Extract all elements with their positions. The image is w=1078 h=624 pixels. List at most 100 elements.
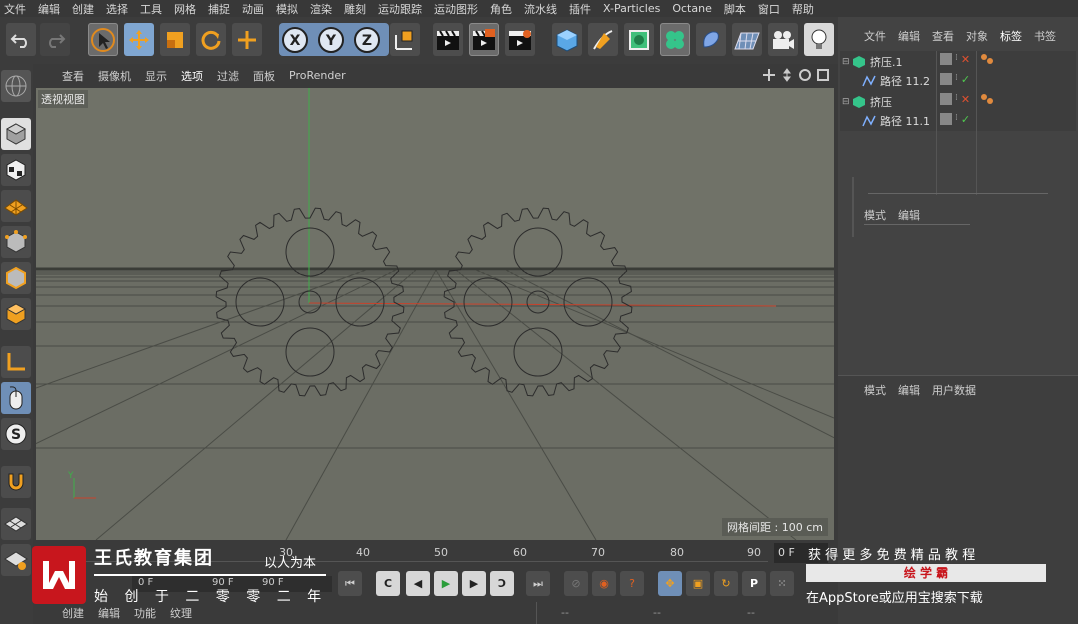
render-view-button[interactable] <box>433 23 463 56</box>
phong-tag-icon[interactable] <box>980 53 996 67</box>
viewport-menu-options[interactable]: 选项 <box>181 68 203 84</box>
menu-plugins[interactable]: 插件 <box>569 1 591 17</box>
layer-tab-edit[interactable]: 编辑 <box>898 207 920 223</box>
key-rotation-button[interactable]: ↻ <box>714 571 738 596</box>
menu-render[interactable]: 渲染 <box>310 1 332 17</box>
coord-field-2[interactable]: -- <box>653 606 661 619</box>
viewport-menu-display[interactable]: 显示 <box>145 68 167 84</box>
y-axis-button[interactable]: Y <box>316 23 346 56</box>
visibility-toggles-4[interactable]: ⁞ ✓ <box>940 113 970 126</box>
attr-tab-user-data[interactable]: 用户数据 <box>932 382 976 398</box>
object-row-extrude[interactable]: ⊟ 挤压 <box>842 92 892 111</box>
menu-select[interactable]: 选择 <box>106 1 128 17</box>
orbit-icon[interactable] <box>798 68 812 82</box>
subdivision-surface-button[interactable] <box>624 23 654 56</box>
om-tab-edit[interactable]: 编辑 <box>898 28 920 44</box>
key-parameter-button[interactable]: P <box>742 571 766 596</box>
menu-simulate[interactable]: 模拟 <box>276 1 298 17</box>
visibility-toggles-2[interactable]: ⁞ ✓ <box>940 73 970 86</box>
record-keys-button[interactable]: ⊘ <box>564 571 588 596</box>
pen-spline-button[interactable] <box>588 23 618 56</box>
undo-button[interactable] <box>6 23 36 56</box>
scale-tool-button[interactable] <box>160 23 190 56</box>
disabled-x-icon[interactable]: ✕ <box>961 93 970 106</box>
edges-mode-button[interactable] <box>1 262 31 294</box>
om-tab-view[interactable]: 查看 <box>932 28 954 44</box>
key-pla-button[interactable]: ⁙ <box>770 571 794 596</box>
live-select-button[interactable] <box>232 23 262 56</box>
viewport-menu-prorender[interactable]: ProRender <box>289 69 346 82</box>
texture-mode-button[interactable] <box>1 154 31 186</box>
keyframe-selection-button[interactable]: ? <box>620 571 644 596</box>
menu-help[interactable]: 帮助 <box>792 1 814 17</box>
tree-collapse-icon[interactable]: ⊟ <box>842 57 852 67</box>
deformer-button[interactable] <box>696 23 726 56</box>
workplane-lock-button[interactable] <box>1 544 31 576</box>
viewport-menu-filter[interactable]: 过滤 <box>217 68 239 84</box>
om-tab-file[interactable]: 文件 <box>864 28 886 44</box>
viewport-menu-view[interactable]: 查看 <box>62 68 84 84</box>
menu-file[interactable]: 文件 <box>4 1 26 17</box>
make-editable-button[interactable] <box>1 70 31 102</box>
cube-primitive-button[interactable] <box>552 23 582 56</box>
redo-button[interactable] <box>40 23 70 56</box>
menu-mograph[interactable]: 运动图形 <box>434 1 478 17</box>
previous-frame-button[interactable]: ◀ <box>406 571 430 596</box>
menu-snap[interactable]: 捕捉 <box>208 1 230 17</box>
menu-pipeline[interactable]: 流水线 <box>524 1 557 17</box>
tree-collapse-icon[interactable]: ⊟ <box>842 97 852 107</box>
maximize-view-icon[interactable] <box>816 68 830 82</box>
polygons-mode-button[interactable] <box>1 298 31 330</box>
coord-field-3[interactable]: -- <box>747 606 755 619</box>
attr-tab-mode[interactable]: 模式 <box>864 382 886 398</box>
menu-create[interactable]: 创建 <box>72 1 94 17</box>
next-frame-button[interactable]: ▶ <box>462 571 486 596</box>
viewport-menu-cameras[interactable]: 摄像机 <box>98 68 131 84</box>
rotate-tool-button[interactable] <box>196 23 226 56</box>
perspective-viewport[interactable]: Y 透视视图 网格间距 : 100 cm <box>36 88 834 540</box>
menu-mesh[interactable]: 网格 <box>174 1 196 17</box>
om-tab-bookmarks[interactable]: 书签 <box>1034 28 1056 44</box>
coordinate-system-button[interactable] <box>390 23 420 56</box>
om-tab-tags[interactable]: 标签 <box>1000 28 1022 44</box>
render-to-picture-viewer-button[interactable] <box>469 23 499 56</box>
menu-window[interactable]: 窗口 <box>758 1 780 17</box>
coord-field-1[interactable]: -- <box>561 606 569 619</box>
model-mode-button[interactable] <box>1 118 31 150</box>
menu-sculpt[interactable]: 雕刻 <box>344 1 366 17</box>
render-settings-button[interactable] <box>505 23 535 56</box>
menu-script[interactable]: 脚本 <box>724 1 746 17</box>
go-to-end-button[interactable]: ⏭ <box>526 571 550 596</box>
om-tab-objects[interactable]: 对象 <box>966 28 988 44</box>
z-axis-button[interactable]: Z <box>352 23 382 56</box>
menu-character[interactable]: 角色 <box>490 1 512 17</box>
menu-edit[interactable]: 编辑 <box>38 1 60 17</box>
enabled-check-icon[interactable]: ✓ <box>961 73 970 86</box>
points-mode-button[interactable] <box>1 226 31 258</box>
object-row-path-11-2[interactable]: 路径 11.2 <box>862 71 930 90</box>
camera-button[interactable] <box>768 23 798 56</box>
key-scale-button[interactable]: ▣ <box>686 571 710 596</box>
menu-motion-tracker[interactable]: 运动跟踪 <box>378 1 422 17</box>
key-position-button[interactable]: ✥ <box>658 571 682 596</box>
object-row-path-11-1[interactable]: 路径 11.1 <box>862 111 930 130</box>
move-tool-button[interactable] <box>124 23 154 56</box>
dolly-icon[interactable] <box>780 68 794 82</box>
magnet-snap-button[interactable] <box>1 466 31 498</box>
enabled-check-icon[interactable]: ✓ <box>961 113 970 126</box>
menu-tools[interactable]: 工具 <box>140 1 162 17</box>
light-button[interactable] <box>804 23 834 56</box>
select-tool-button[interactable] <box>88 23 118 56</box>
next-key-button[interactable]: Ↄ <box>490 571 514 596</box>
floor-button[interactable] <box>732 23 762 56</box>
layer-tab-mode[interactable]: 模式 <box>864 207 886 223</box>
axis-mode-button[interactable] <box>1 346 31 378</box>
menu-x-particles[interactable]: X-Particles <box>603 2 660 15</box>
previous-key-button[interactable]: C <box>376 571 400 596</box>
viewport-menu-panel[interactable]: 面板 <box>253 68 275 84</box>
play-button[interactable]: ▶ <box>434 571 458 596</box>
object-row-extrude-1[interactable]: ⊟ 挤压.1 <box>842 52 903 71</box>
menu-animate[interactable]: 动画 <box>242 1 264 17</box>
cloner-button[interactable] <box>660 23 690 56</box>
workplane-button[interactable] <box>1 190 31 222</box>
